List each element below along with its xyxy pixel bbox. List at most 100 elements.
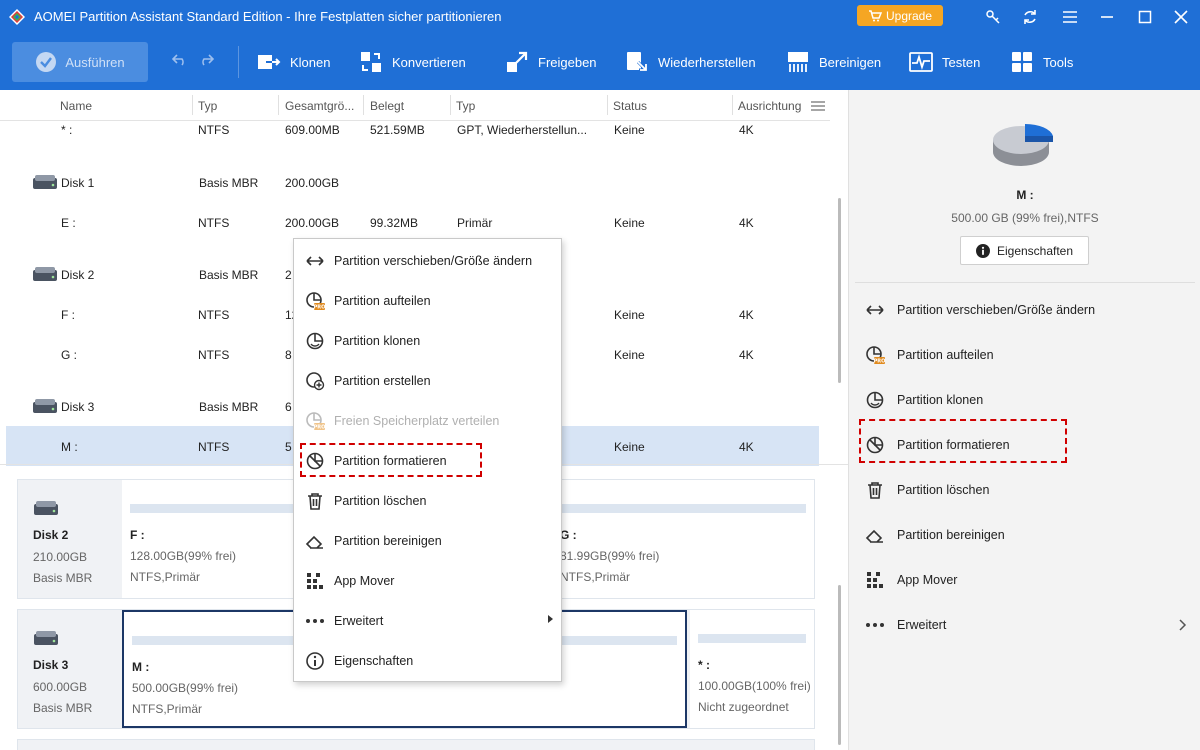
partition-pie-icon [993,123,1053,166]
menu-item-split[interactable]: Partition aufteilen [294,281,561,321]
test-icon [909,50,933,74]
map-scrollbar[interactable] [838,585,841,745]
disk-icon [32,266,58,284]
clone-partition-icon [865,390,885,410]
more-icon [865,615,885,635]
table-row[interactable]: E : NTFS 200.00GB 99.32MB Primär Keine 4… [6,202,819,242]
selected-partition-name: M : [1016,188,1034,202]
tool-test[interactable]: Testen [909,48,980,76]
col-name[interactable]: Name [60,99,92,113]
cart-icon [868,9,882,21]
main-toolbar: Ausführen Klonen Konvertieren Freigeben … [0,34,1200,90]
menu-item-advanced[interactable]: Erweitert [294,601,561,641]
tool-free-up-label: Freigeben [538,54,597,70]
usage-bar [560,504,806,513]
apply-button[interactable]: Ausführen [12,42,148,82]
disk-icon [33,500,59,518]
refresh-icon[interactable] [1015,4,1045,30]
app-logo-icon [9,9,25,25]
upgrade-button[interactable]: Upgrade [857,5,943,26]
col-align[interactable]: Ausrichtung [738,99,810,113]
selected-partition-info: 500.00 GB (99% frei),NTFS [951,211,1099,225]
action-wipe[interactable]: Partition bereinigen [865,522,1005,548]
action-delete[interactable]: Partition löschen [865,477,989,503]
disk-icon [33,630,59,648]
column-settings-icon[interactable] [810,100,826,112]
apply-label: Ausführen [65,54,125,70]
menu-item-allocate[interactable]: Freien Speicherplatz verteilen [294,401,561,441]
clone-partition-icon [305,331,325,351]
menu-icon[interactable] [1055,4,1085,30]
action-split[interactable]: Partition aufteilen [865,342,994,368]
key-icon[interactable] [978,4,1008,30]
submenu-arrow-icon [548,615,553,623]
format-menu-highlight [300,443,482,477]
list-scrollbar[interactable] [838,198,841,383]
table-row-disk[interactable]: Disk 1 Basis MBR 200.00GB [6,162,819,202]
col-size[interactable]: Gesamtgrö... [285,99,360,113]
col-fs[interactable]: Typ [198,99,217,113]
redo-icon[interactable] [196,52,216,72]
disk-map-next [17,739,815,750]
clone-icon [257,50,281,74]
col-used[interactable]: Belegt [370,99,404,113]
trash-icon [305,491,325,511]
tools-icon [1010,50,1034,74]
create-partition-icon [305,371,325,391]
tool-test-label: Testen [942,54,981,70]
resize-icon [865,300,885,320]
eraser-icon [865,525,885,545]
tool-wipe-label: Bereinigen [819,54,882,70]
minimize-icon[interactable] [1092,4,1122,30]
tool-recover[interactable]: Wiederherstellen [625,48,756,76]
menu-item-wipe[interactable]: Partition bereinigen [294,521,561,561]
properties-button[interactable]: Eigenschaften [960,236,1089,265]
table-row[interactable]: * : NTFS 609.00MB 521.59MB GPT, Wiederhe… [6,116,819,156]
app-mover-icon [865,570,885,590]
action-app-mover[interactable]: App Mover [865,567,957,593]
tool-wipe[interactable]: Bereinigen [786,48,881,76]
partition-block[interactable]: G : 81.99GB(99% frei) NTFS,Primär [552,480,814,598]
usage-bar [698,634,806,643]
tool-clone[interactable]: Klonen [257,48,330,76]
title-bar: AOMEI Partition Assistant Standard Editi… [0,0,1200,34]
wipe-icon [786,50,810,74]
menu-item-properties[interactable]: Eigenschaften [294,641,561,681]
convert-icon [359,50,383,74]
action-resize[interactable]: Partition verschieben/Größe ändern [865,297,1095,323]
menu-item-delete[interactable]: Partition löschen [294,481,561,521]
allocate-pro-icon [305,411,325,431]
trash-icon [865,480,885,500]
action-clone[interactable]: Partition klonen [865,387,983,413]
upgrade-label: Upgrade [885,8,933,23]
app-mover-icon [305,571,325,591]
tool-clone-label: Klonen [290,54,331,70]
action-advanced[interactable]: Erweitert [865,612,946,638]
resize-icon [305,251,325,271]
tool-recover-label: Wiederherstellen [658,54,756,70]
col-status[interactable]: Status [613,99,647,113]
disk-info: Disk 3 600.00GB Basis MBR [18,610,122,728]
info-icon [975,243,990,258]
disk-icon [32,174,58,192]
split-pro-icon [865,345,885,365]
menu-item-clone[interactable]: Partition klonen [294,321,561,361]
unallocated-block[interactable]: * : 100.00GB(100% frei) Nicht zugeordnet [690,610,814,728]
recover-icon [625,50,649,74]
info-icon [305,651,325,671]
tool-convert[interactable]: Konvertieren [359,48,466,76]
tool-convert-label: Konvertieren [392,54,466,70]
menu-item-resize[interactable]: Partition verschieben/Größe ändern [294,241,561,281]
col-type[interactable]: Typ [456,99,475,113]
close-icon[interactable] [1166,4,1196,30]
toolbar-separator [238,46,239,78]
menu-item-app-mover[interactable]: App Mover [294,561,561,601]
tool-tools[interactable]: Tools [1010,48,1073,76]
disk-info: Disk 2 210.00GB Basis MBR [18,480,122,598]
undo-icon[interactable] [170,52,190,72]
menu-item-create[interactable]: Partition erstellen [294,361,561,401]
chevron-right-icon [1179,619,1187,631]
maximize-icon[interactable] [1130,4,1160,30]
split-pro-icon [305,291,325,311]
tool-free-up[interactable]: Freigeben [505,48,597,76]
